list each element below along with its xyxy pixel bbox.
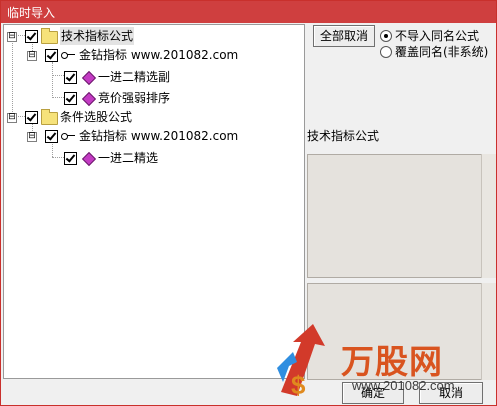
folder-icon [41,109,58,125]
parameter-scrollbar[interactable] [481,283,496,380]
description-box[interactable] [307,154,482,278]
group-checkbox[interactable] [25,30,38,43]
formula-tree[interactable]: ⊟ 技术指标公式 ⊟ 金钻指标 www.201082.com 一进二精选副 竞价… [3,24,305,379]
author-label: 金钻指标 www.201082.com [79,129,239,143]
group-label: 条件选股公式 [60,110,133,124]
tree-node-formula[interactable]: 一进二精选 [4,149,302,167]
radio-skip-same-name[interactable]: 不导入同名公式 [380,28,495,44]
group-label: 技术指标公式 [60,27,135,45]
description-scrollbar[interactable] [481,154,496,278]
collapse-icon[interactable]: ⊟ [7,32,17,42]
formula-icon [81,70,97,86]
formula-label: 一进二精选 [98,151,159,165]
formula-icon [81,91,97,107]
formula-label: 一进二精选副 [98,70,171,84]
title-bar[interactable]: 临时导入 [1,1,496,23]
radio-overwrite-same-name[interactable]: 覆盖同名(非系统) [380,44,495,60]
radio-label: 不导入同名公式 [395,29,480,43]
radio-selected-icon[interactable] [380,30,392,42]
key-icon [61,50,75,60]
group-checkbox[interactable] [25,111,38,124]
watermark: $ 万股网 www.201082.com [271,324,471,404]
collapse-icon[interactable]: ⊟ [7,113,17,123]
watermark-url: www.201082.com [352,378,455,393]
formula-icon [81,151,97,167]
tree-node-group[interactable]: ⊟ 技术指标公式 [4,27,302,45]
window-title: 临时导入 [7,6,56,20]
radio-label: 覆盖同名(非系统) [395,45,489,59]
tree-node-formula[interactable]: 一进二精选副 [4,68,302,86]
tree-node-author[interactable]: ⊟ 金钻指标 www.201082.com [4,127,302,145]
author-checkbox[interactable] [45,130,58,143]
key-icon [61,131,75,141]
watermark-brand: 万股网 [341,342,443,381]
formula-checkbox[interactable] [64,152,77,165]
svg-text:$: $ [291,370,306,400]
author-label: 金钻指标 www.201082.com [79,48,239,62]
author-checkbox[interactable] [45,49,58,62]
logo-arrow-icon: $ [277,324,325,400]
cancel-all-button[interactable]: 全部取消 [313,25,375,47]
section-label: 技术指标公式 [307,129,380,143]
collapse-icon[interactable]: ⊟ [27,132,37,142]
tree-node-formula[interactable]: 竞价强弱排序 [4,89,302,107]
formula-checkbox[interactable] [64,71,77,84]
import-dialog: 临时导入 ⊟ 技术指标公式 ⊟ 金钻指标 www.201082.com 一进二精… [0,0,497,406]
collapse-icon[interactable]: ⊟ [27,51,37,61]
formula-checkbox[interactable] [64,92,77,105]
folder-icon [41,28,58,44]
tree-node-group[interactable]: ⊟ 条件选股公式 [4,108,302,126]
tree-node-author[interactable]: ⊟ 金钻指标 www.201082.com [4,46,302,64]
formula-label: 竞价强弱排序 [98,91,171,105]
radio-unselected-icon[interactable] [380,46,392,58]
